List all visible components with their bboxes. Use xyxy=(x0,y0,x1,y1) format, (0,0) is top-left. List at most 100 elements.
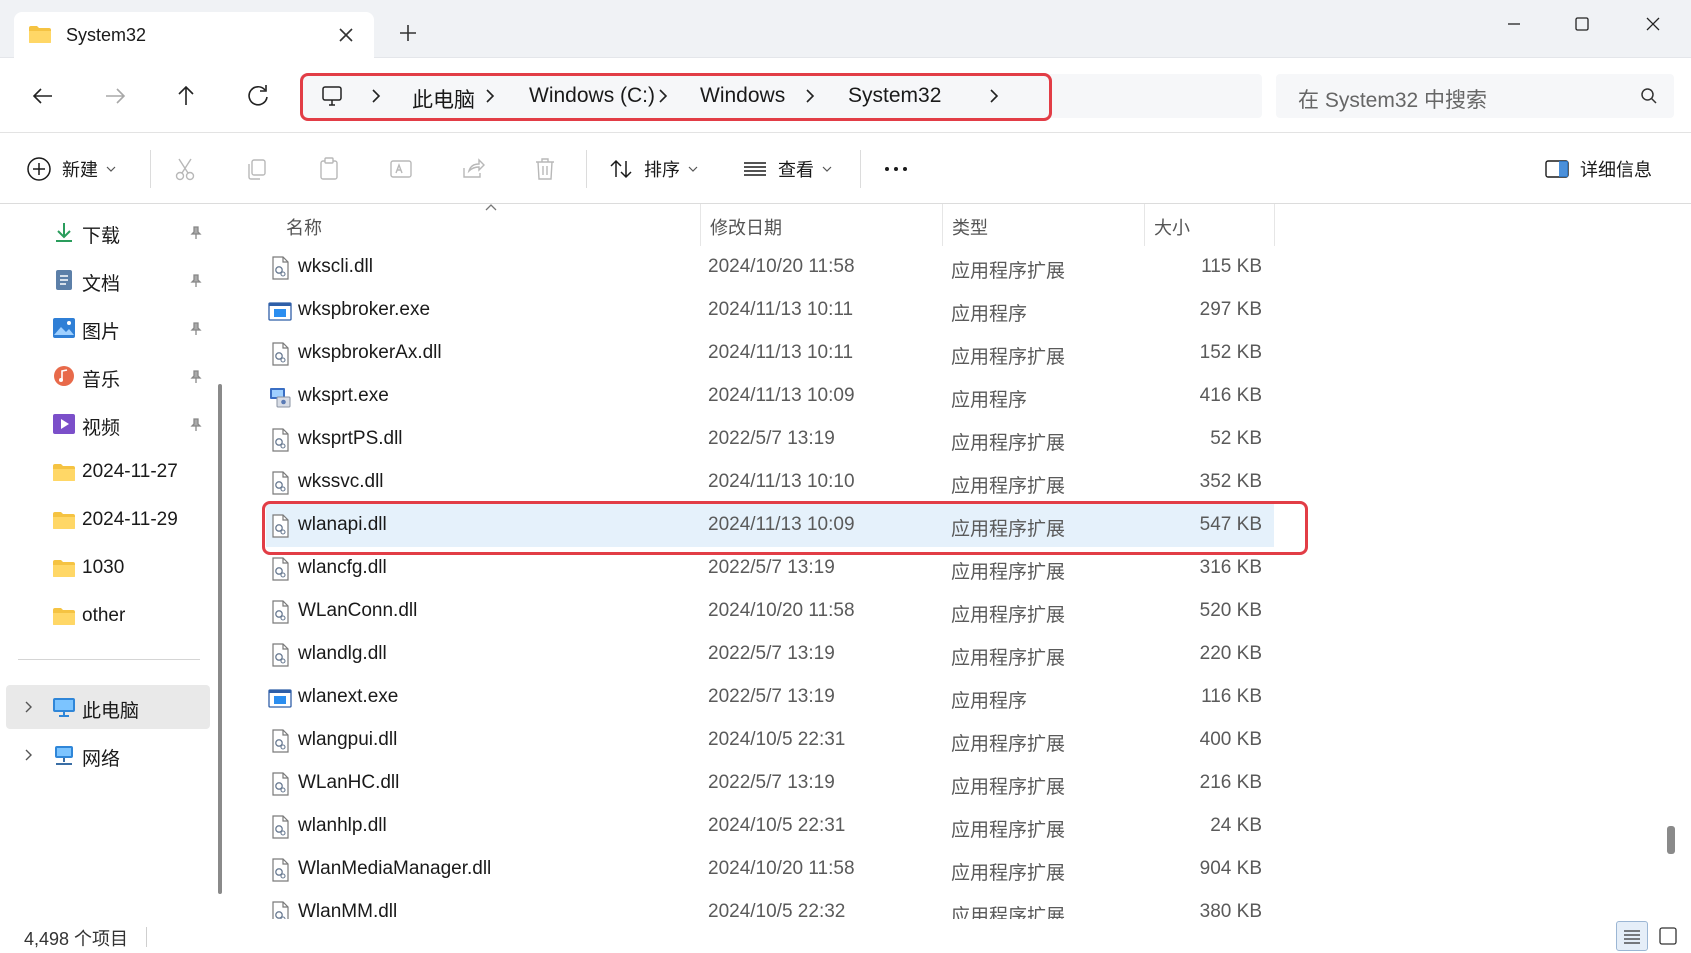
share-button[interactable] xyxy=(460,153,486,185)
chevron-down-icon xyxy=(688,166,698,172)
close-tab-icon[interactable] xyxy=(336,25,356,45)
column-divider[interactable] xyxy=(942,204,943,246)
file-row[interactable]: wlanhlp.dll 2024/10/5 22:31 应用程序扩展 24 KB xyxy=(266,805,1274,848)
paste-button[interactable] xyxy=(316,153,342,185)
more-options-button[interactable] xyxy=(882,153,910,185)
file-row[interactable]: wlandlg.dll 2022/5/7 13:19 应用程序扩展 220 KB xyxy=(266,633,1274,676)
sidebar-item-this-pc[interactable]: 此电脑 xyxy=(6,685,210,729)
folder-icon xyxy=(53,608,75,625)
window-close-icon[interactable] xyxy=(1633,10,1673,38)
sort-button[interactable]: 排序 xyxy=(608,153,698,185)
plus-circle-icon xyxy=(27,157,51,181)
file-name: wkssvc.dll xyxy=(298,471,384,492)
file-row[interactable]: WLanConn.dll 2024/10/20 11:58 应用程序扩展 520 KB xyxy=(266,590,1274,633)
sidebar-item-music[interactable]: 音乐 xyxy=(0,354,210,398)
file-row[interactable]: WLanHC.dll 2022/5/7 13:19 应用程序扩展 216 KB xyxy=(266,762,1274,805)
file-size: 52 KB xyxy=(1210,428,1262,449)
navigation-pane: 下载 文档 图片 音乐 视频 2024-11-27 2024-11-29 103… xyxy=(0,204,226,919)
sidebar-item-label: 1030 xyxy=(82,557,125,578)
file-row[interactable]: wksprt.exe 2024/11/13 10:09 应用程序 416 KB xyxy=(266,375,1274,418)
sidebar-item-folder[interactable]: 2024-11-27 xyxy=(0,450,210,494)
search-placeholder: 在 System32 中搜索 xyxy=(1298,89,1488,112)
details-view-button[interactable] xyxy=(1616,921,1648,951)
file-size: 216 KB xyxy=(1199,772,1262,793)
pin-icon[interactable] xyxy=(188,369,204,385)
folder-icon xyxy=(29,26,51,43)
sidebar-item-folder[interactable]: 2024-11-29 xyxy=(0,498,210,542)
sidebar-item-network[interactable]: 网络 xyxy=(0,733,210,777)
sidebar-scrollbar[interactable] xyxy=(218,384,222,894)
new-button[interactable]: 新建 xyxy=(26,153,116,185)
file-row[interactable]: wlanext.exe 2022/5/7 13:19 应用程序 116 KB xyxy=(266,676,1274,719)
tiles-view-button[interactable] xyxy=(1652,921,1684,951)
share-icon xyxy=(463,158,485,178)
file-row[interactable]: wkscli.dll 2024/10/20 11:58 应用程序扩展 115 KB xyxy=(266,246,1274,289)
pin-icon[interactable] xyxy=(188,225,204,241)
file-row[interactable]: wlangpui.dll 2024/10/5 22:31 应用程序扩展 400 KB xyxy=(266,719,1274,762)
file-row[interactable]: WlanMediaManager.dll 2024/10/20 11:58 应用程序… xyxy=(266,848,1274,891)
network-icon xyxy=(55,746,73,765)
new-tab-icon[interactable] xyxy=(397,22,419,44)
up-icon[interactable] xyxy=(168,78,204,114)
file-type: 应用程序 xyxy=(951,691,1028,712)
file-row[interactable]: wkspbroker.exe 2024/11/13 10:11 应用程序 297 KB xyxy=(266,289,1274,332)
dll-file-icon xyxy=(272,342,289,366)
column-divider[interactable] xyxy=(1144,204,1145,246)
file-name: WlanMM.dll xyxy=(298,901,398,919)
file-row[interactable]: wkssvc.dll 2024/11/13 10:10 应用程序扩展 352 KB xyxy=(266,461,1274,504)
column-header-name[interactable]: 名称 xyxy=(286,214,322,240)
sidebar-item-downloads[interactable]: 下载 xyxy=(0,210,210,254)
copy-button[interactable] xyxy=(244,153,270,185)
column-header-type[interactable]: 类型 xyxy=(952,214,988,240)
column-header-size[interactable]: 大小 xyxy=(1154,214,1190,240)
chevron-right-icon[interactable] xyxy=(22,748,36,762)
sidebar-item-label: 2024-11-27 xyxy=(82,461,178,482)
file-name: wlangpui.dll xyxy=(298,729,398,750)
sidebar-item-folder[interactable]: 1030 xyxy=(0,546,210,590)
sidebar-item-videos[interactable]: 视频 xyxy=(0,402,210,446)
maximize-icon[interactable] xyxy=(1562,10,1602,38)
file-date: 2022/5/7 13:19 xyxy=(708,557,835,578)
details-pane-button[interactable]: 详细信息 xyxy=(1544,153,1652,185)
status-divider xyxy=(146,927,147,947)
file-row[interactable]: wksprtPS.dll 2022/5/7 13:19 应用程序扩展 52 KB xyxy=(266,418,1274,461)
file-row[interactable]: WlanMM.dll 2024/10/5 22:32 应用程序扩展 380 KB xyxy=(266,891,1274,919)
minimize-icon[interactable] xyxy=(1494,10,1534,38)
sidebar-item-folder[interactable]: other xyxy=(0,594,210,638)
file-row[interactable]: wkspbrokerAx.dll 2024/11/13 10:11 应用程序扩展 15… xyxy=(266,332,1274,375)
tab-system32[interactable]: System32 xyxy=(14,12,374,58)
file-size: 24 KB xyxy=(1210,815,1262,836)
file-list-scrollbar[interactable] xyxy=(1667,826,1675,854)
view-label: 查看 xyxy=(778,160,814,180)
delete-button[interactable] xyxy=(532,153,558,185)
view-list-icon xyxy=(744,162,766,176)
rename-button[interactable] xyxy=(388,153,414,185)
chevron-right-icon[interactable] xyxy=(22,700,36,714)
download-icon xyxy=(56,223,72,242)
file-type: 应用程序扩展 xyxy=(951,734,1066,755)
back-icon[interactable] xyxy=(25,78,61,114)
search-icon[interactable] xyxy=(1640,87,1658,105)
sidebar-item-documents[interactable]: 文档 xyxy=(0,258,210,302)
pin-icon[interactable] xyxy=(188,417,204,433)
pictures-icon xyxy=(53,318,75,338)
column-header-date[interactable]: 修改日期 xyxy=(710,214,782,240)
cut-button[interactable] xyxy=(172,153,198,185)
pin-icon[interactable] xyxy=(188,273,204,289)
dll-file-icon xyxy=(272,901,289,919)
sort-icon xyxy=(610,159,632,179)
file-name: WlanMediaManager.dll xyxy=(298,858,492,879)
exe-file-icon xyxy=(268,302,292,321)
view-button[interactable]: 查看 xyxy=(742,153,832,185)
file-type: 应用程序扩展 xyxy=(951,906,1066,919)
search-input[interactable]: 在 System32 中搜索 xyxy=(1276,74,1674,118)
details-label: 详细信息 xyxy=(1580,160,1652,180)
column-divider[interactable] xyxy=(700,204,701,246)
sidebar-item-pictures[interactable]: 图片 xyxy=(0,306,210,350)
pin-icon[interactable] xyxy=(188,321,204,337)
column-divider[interactable] xyxy=(1274,204,1275,246)
forward-icon[interactable] xyxy=(97,78,133,114)
file-date: 2022/5/7 13:19 xyxy=(708,772,835,793)
file-name: WLanHC.dll xyxy=(298,772,400,793)
refresh-icon[interactable] xyxy=(240,78,276,114)
